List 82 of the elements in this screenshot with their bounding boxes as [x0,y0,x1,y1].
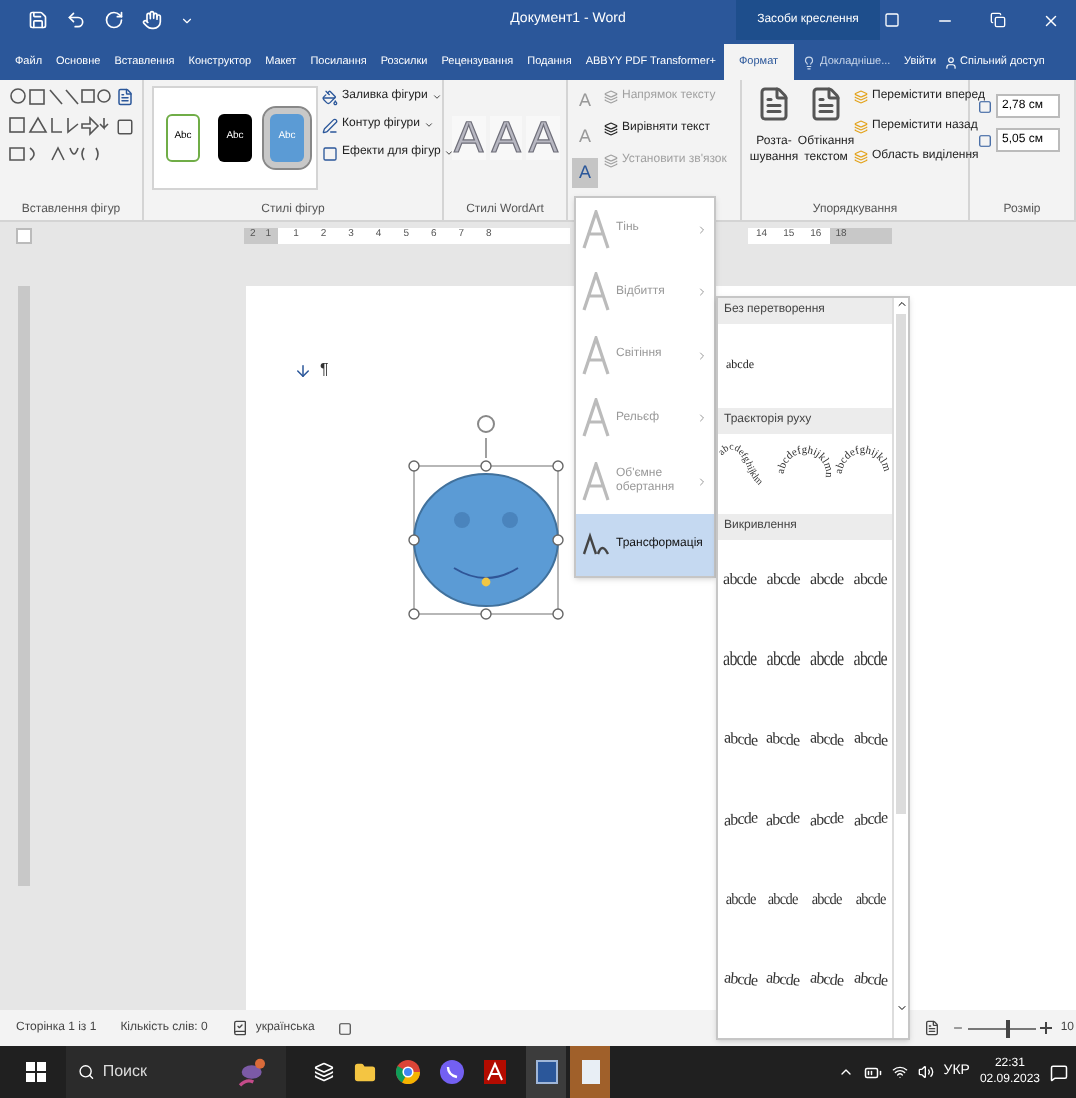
gallery-scrollbar[interactable] [892,298,908,1038]
paragraph-mark: ¶ [320,358,329,382]
battery-icon[interactable] [863,1063,882,1081]
save-icon[interactable] [28,10,48,30]
warp-sample[interactable]: abcde [723,806,757,834]
customize-icon[interactable] [180,13,194,27]
command-icon [854,90,868,104]
warp-sample[interactable]: abcde [853,568,887,592]
browser-icon[interactable] [396,1060,420,1084]
layout-icon [808,86,844,122]
phone-chat-icon[interactable] [440,1060,464,1084]
command-icon [854,150,868,164]
warp-sample[interactable]: abcde [768,888,799,912]
folder-icon[interactable] [354,1061,376,1083]
volume-icon[interactable] [917,1064,934,1080]
letter-effect-icon [582,461,610,502]
caret-icon [444,148,455,158]
scroll-down-icon[interactable] [895,1002,907,1014]
pdf-icon[interactable] [484,1060,506,1084]
warp-sample[interactable]: abcde [855,888,886,912]
search-bar[interactable]: Поиск [66,1046,286,1098]
warp-sample[interactable]: abcde [852,966,889,994]
search-icon [78,1062,95,1082]
undo-icon[interactable] [66,10,86,30]
warp-sample[interactable]: abcde [723,645,757,675]
warp-sample[interactable]: abcde [810,645,844,675]
transform-effect-icon [582,532,610,557]
letter-effect-icon [582,209,610,250]
taskbar-search-field[interactable]: Поиск [102,1060,223,1084]
anchor-icon [294,361,312,379]
network-icon[interactable] [891,1064,908,1080]
warp-sample[interactable]: abcde [721,966,758,994]
proofing-icon[interactable] [231,1020,248,1036]
lightbulb-icon [802,55,817,69]
redo-icon[interactable] [104,10,124,30]
close-icon[interactable] [1042,11,1060,29]
task-view-icon[interactable] [314,1062,334,1082]
start-icon[interactable] [26,1062,46,1082]
text-effect-button[interactable]: A [572,158,598,188]
notifications-icon[interactable] [1050,1063,1068,1081]
view-icon[interactable] [924,1020,941,1036]
letter-effect-icon [582,398,610,439]
letter-effect-icon [582,272,610,313]
warp-sample[interactable]: abcde [766,726,800,754]
scroll-up-icon[interactable] [895,298,907,310]
restore-icon[interactable] [990,12,1006,28]
zoom-in-icon[interactable] [1040,1022,1053,1034]
user-icon [944,55,959,69]
command-icon [604,90,618,104]
warp-sample[interactable]: abcde [811,888,842,912]
layout-icon [756,86,792,122]
warp-sample[interactable]: abcde [724,888,755,912]
chevron-up-icon[interactable] [837,1064,854,1080]
caret-icon [423,120,434,130]
warp-sample[interactable]: abcde [723,568,757,592]
text-box-icon[interactable] [116,118,134,136]
command-icon [322,89,338,105]
command-icon [322,145,338,161]
warp-sample[interactable]: abcde [766,806,800,834]
warp-sample[interactable]: abcde [765,966,802,994]
command-icon [604,122,618,136]
edit-shape-icon[interactable] [116,88,134,106]
warp-sample[interactable]: abcde [810,568,844,592]
warp-sample[interactable]: abcde [723,726,757,754]
document-app-icon[interactable] [570,1046,610,1098]
command-icon [604,154,618,168]
warp-sample[interactable]: abcde [808,966,845,994]
warp-sample[interactable]: abcde [766,568,800,592]
warp-sample[interactable]: abcde [810,806,844,834]
warp-sample[interactable]: abcde [766,645,800,675]
touch-mode-icon[interactable] [142,10,162,30]
macro-icon[interactable] [338,1021,353,1035]
warp-sample[interactable]: abcde [853,726,887,754]
command-icon [854,120,868,134]
warp-sample[interactable]: abcde [810,726,844,754]
command-icon [322,117,338,133]
word-app-icon[interactable] [526,1046,566,1098]
ribbon-options-icon[interactable] [884,12,900,28]
warp-sample[interactable]: abcde [853,806,887,834]
warp-sample[interactable]: abcde [853,645,887,675]
letter-effect-icon [582,335,610,376]
caret-icon [431,92,442,102]
